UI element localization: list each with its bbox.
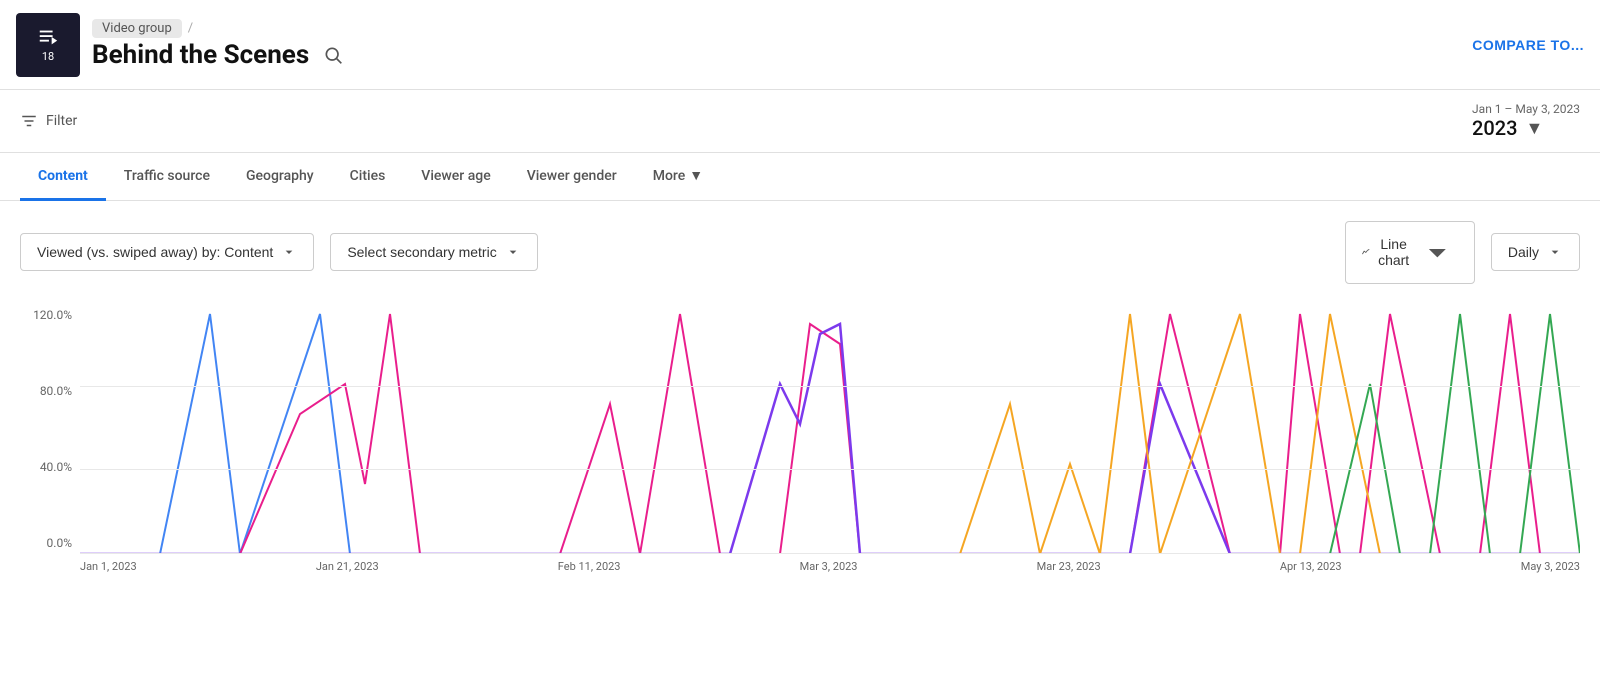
frequency-label: Daily bbox=[1508, 244, 1539, 260]
secondary-metric-label: Select secondary metric bbox=[347, 244, 496, 260]
filter-left: Filter bbox=[20, 112, 77, 130]
tab-more-chevron-icon: ▼ bbox=[689, 167, 703, 184]
title-row: Behind the Scenes bbox=[92, 40, 347, 70]
filter-label: Filter bbox=[46, 113, 77, 129]
primary-metric-dropdown[interactable]: Viewed (vs. swiped away) by: Content bbox=[20, 233, 314, 271]
tab-viewer-age[interactable]: Viewer age bbox=[403, 154, 508, 201]
x-label-apr13: Apr 13, 2023 bbox=[1280, 560, 1342, 573]
x-axis: Jan 1, 2023 Jan 21, 2023 Feb 11, 2023 Ma… bbox=[80, 554, 1580, 594]
date-range-year-row: 2023 ▼ bbox=[1472, 116, 1580, 140]
x-label-mar23: Mar 23, 2023 bbox=[1037, 560, 1101, 573]
breadcrumb: Video group / bbox=[92, 19, 347, 38]
icon-number: 18 bbox=[42, 50, 54, 63]
playlist-icon-box: 18 bbox=[16, 13, 80, 77]
y-label-40: 40.0% bbox=[20, 460, 80, 474]
primary-metric-label: Viewed (vs. swiped away) by: Content bbox=[37, 244, 273, 260]
x-label-feb11: Feb 11, 2023 bbox=[558, 560, 621, 573]
primary-metric-chevron-icon bbox=[281, 244, 297, 260]
tab-more-label: More bbox=[653, 168, 686, 184]
date-range-area: Jan 1 – May 3, 2023 2023 ▼ bbox=[1472, 102, 1580, 140]
line-chart-icon bbox=[1362, 245, 1370, 259]
filter-icon bbox=[20, 112, 38, 130]
grid-lines bbox=[80, 304, 1580, 554]
search-button[interactable] bbox=[319, 41, 347, 69]
search-icon bbox=[323, 45, 343, 65]
header: 18 Video group / Behind the Scenes COMPA… bbox=[0, 0, 1600, 90]
x-label-may3: May 3, 2023 bbox=[1521, 560, 1580, 573]
tab-more[interactable]: More ▼ bbox=[635, 153, 721, 201]
secondary-metric-chevron-icon bbox=[505, 244, 521, 260]
x-label-jan21: Jan 21, 2023 bbox=[316, 560, 379, 573]
y-label-80: 80.0% bbox=[20, 384, 80, 398]
page-title: Behind the Scenes bbox=[92, 40, 309, 70]
grid-line-40 bbox=[80, 469, 1580, 470]
chart-type-dropdown[interactable]: Line chart bbox=[1345, 221, 1474, 284]
filter-bar: Filter Jan 1 – May 3, 2023 2023 ▼ bbox=[0, 90, 1600, 153]
breadcrumb-separator: / bbox=[188, 21, 193, 36]
chart-type-label: Line chart bbox=[1378, 236, 1409, 268]
tab-content[interactable]: Content bbox=[20, 154, 106, 201]
controls-row: Viewed (vs. swiped away) by: Content Sel… bbox=[0, 201, 1600, 294]
frequency-chevron-icon bbox=[1547, 244, 1563, 260]
x-label-jan1: Jan 1, 2023 bbox=[80, 560, 137, 573]
date-range-label: Jan 1 – May 3, 2023 bbox=[1472, 102, 1580, 116]
tab-geography[interactable]: Geography bbox=[228, 154, 332, 201]
y-label-120: 120.0% bbox=[20, 308, 80, 322]
chart-type-chevron-icon bbox=[1417, 232, 1458, 273]
date-range-year: 2023 bbox=[1472, 116, 1517, 140]
chart-area: 0.0% 40.0% 80.0% 120.0% bbox=[0, 294, 1600, 604]
secondary-metric-dropdown[interactable]: Select secondary metric bbox=[330, 233, 537, 271]
tab-cities[interactable]: Cities bbox=[332, 154, 404, 201]
grid-line-80 bbox=[80, 386, 1580, 387]
date-range-chevron-icon[interactable]: ▼ bbox=[1526, 118, 1544, 139]
tab-traffic-source[interactable]: Traffic source bbox=[106, 154, 228, 201]
compare-to-button[interactable]: COMPARE TO... bbox=[1472, 37, 1584, 53]
x-label-mar3: Mar 3, 2023 bbox=[800, 560, 858, 573]
playlist-icon bbox=[37, 26, 59, 48]
frequency-dropdown[interactable]: Daily bbox=[1491, 233, 1580, 271]
y-label-0: 0.0% bbox=[20, 536, 80, 550]
breadcrumb-area: Video group / Behind the Scenes bbox=[92, 19, 347, 70]
tab-viewer-gender[interactable]: Viewer gender bbox=[509, 154, 635, 201]
chart-plot bbox=[80, 304, 1580, 554]
chart-container: 0.0% 40.0% 80.0% 120.0% bbox=[20, 304, 1580, 594]
header-left: 18 Video group / Behind the Scenes bbox=[16, 13, 347, 77]
breadcrumb-parent: Video group bbox=[92, 19, 182, 38]
tabs-bar: Content Traffic source Geography Cities … bbox=[0, 153, 1600, 201]
y-axis: 0.0% 40.0% 80.0% 120.0% bbox=[20, 304, 80, 554]
